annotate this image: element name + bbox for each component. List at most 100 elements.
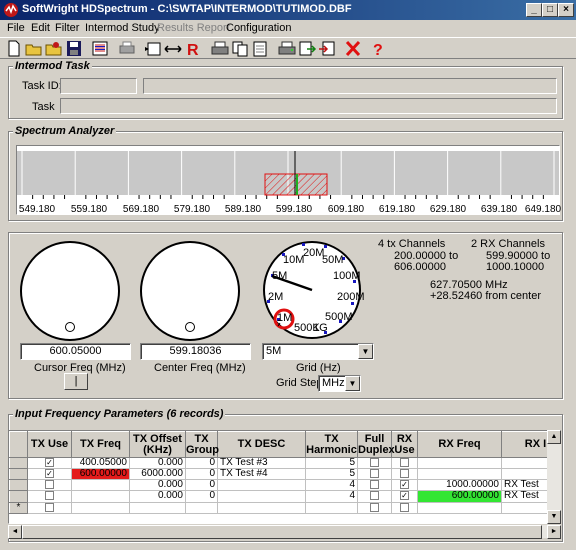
menu-results-report[interactable]: Results Report [157,22,230,34]
task-id-field[interactable] [60,78,137,94]
cell-tx-offset[interactable]: 0.000 [129,479,186,492]
checkbox[interactable] [370,503,379,512]
cell-rx-freq[interactable] [417,468,502,481]
table-row[interactable]: ✓ 600.00000 6000.000 0 TX Test #4 5 [9,468,560,481]
cell-tx-harmonic[interactable]: 5 [305,468,358,481]
row-header[interactable]: * [9,501,28,514]
checkbox[interactable] [370,458,379,467]
cell-tx-harmonic[interactable]: 4 [305,479,358,492]
table-row[interactable]: 0.000 0 4 ✓ 1000.00000 RX Test [9,479,560,492]
save-icon[interactable] [64,39,84,58]
cell-tx-use[interactable]: ✓ [27,456,72,470]
import-icon[interactable] [317,39,337,58]
checkbox[interactable]: ✓ [400,480,409,490]
scroll-thumb[interactable] [22,525,542,539]
cell-tx-desc[interactable]: TX Test #4 [217,468,306,481]
vertical-scrollbar[interactable]: ▲ ▼ [547,430,561,524]
cell-rx-use[interactable] [391,456,418,470]
menu-edit[interactable]: Edit [31,22,50,34]
minimize-button[interactable]: _ [526,3,542,17]
col-rx-freq[interactable]: RX Freq [417,431,502,458]
cell-rx-freq[interactable]: 1000.00000 [417,479,502,492]
cell-tx-offset[interactable]: 6000.000 [129,468,186,481]
table-row[interactable]: * [9,501,560,514]
grid-select[interactable]: 5M ▼ [262,343,374,360]
print-setup-icon[interactable] [117,39,137,58]
cell-rx-use[interactable]: ✓ [391,479,418,492]
checkbox[interactable] [370,491,379,501]
cell-full-duplex[interactable] [357,479,392,492]
cell-tx-freq[interactable]: 600.00000 [71,468,130,481]
grid-step-select[interactable]: MHz ▼ [318,375,361,392]
help-icon[interactable]: ? [368,39,388,59]
open-db-icon[interactable] [44,39,64,58]
cell-tx-group[interactable]: 0 [185,479,218,492]
cell-tx-group[interactable]: 0 [185,456,218,470]
checkbox[interactable]: ✓ [45,469,54,479]
scroll-up-icon[interactable]: ▲ [547,430,561,444]
center-freq-knob[interactable] [140,241,240,341]
cell-rx-freq[interactable] [417,456,502,470]
cell-tx-harmonic[interactable]: 4 [305,490,358,503]
cell-tx-freq[interactable] [71,501,130,514]
title-bar[interactable]: SoftWright HDSpectrum - C:\SWTAP\INTERMO… [0,0,576,20]
cell-full-duplex[interactable] [357,468,392,481]
col-tx-freq[interactable]: TX Freq [71,431,130,458]
print2-icon[interactable] [277,39,297,58]
scroll-down-icon[interactable]: ▼ [547,510,561,524]
cell-rx-use[interactable] [391,468,418,481]
checkbox[interactable] [45,480,54,490]
insert-icon[interactable] [143,39,163,58]
close-button[interactable]: × [558,3,574,17]
row-header[interactable] [9,490,28,503]
cell-tx-use[interactable] [27,479,72,492]
cursor-freq-input[interactable]: 600.05000 [20,343,131,360]
row-header[interactable] [9,479,28,492]
task-id-description[interactable] [143,78,557,94]
menu-filter[interactable]: Filter [55,22,79,34]
center-freq-input[interactable]: 599.18036 [140,343,251,360]
checkbox[interactable] [45,491,54,501]
menu-intermod-study[interactable]: Intermod Study [85,22,160,34]
print-icon[interactable] [210,39,230,58]
cell-tx-use[interactable] [27,501,72,514]
checkbox[interactable] [370,469,379,479]
chevron-down-icon[interactable]: ▼ [358,344,373,359]
table-row[interactable]: 0.000 0 4 ✓ 600.00000 RX Test [9,490,560,503]
cell-tx-freq[interactable] [71,479,130,492]
paste-icon[interactable] [250,39,270,58]
checkbox[interactable] [400,503,409,512]
cell-full-duplex[interactable] [357,456,392,470]
col-tx-use[interactable]: TX Use [27,431,72,458]
r-icon[interactable]: R [183,39,203,59]
col-tx-group[interactable]: TX Group [185,431,219,458]
checkbox[interactable] [400,469,409,479]
col-tx-desc[interactable]: TX DESC [217,431,306,458]
checkbox[interactable] [370,480,379,490]
export-icon[interactable] [297,39,317,58]
cursor-button[interactable]: | [64,373,88,390]
cursor-freq-knob[interactable] [20,241,120,341]
cell-tx-use[interactable]: ✓ [27,468,72,481]
cell-tx-freq[interactable] [71,490,130,503]
maximize-button[interactable]: □ [542,3,558,17]
cell-tx-desc[interactable] [217,479,306,492]
row-header[interactable] [9,456,28,470]
cell-tx-harmonic[interactable]: 5 [305,456,358,470]
scroll-right-icon[interactable]: ► [547,525,561,539]
col-rx-use[interactable]: RX Use [391,431,418,458]
checkbox[interactable]: ✓ [400,491,409,501]
delete-icon[interactable] [343,39,363,58]
cell-tx-desc[interactable]: TX Test #3 [217,456,306,470]
cell-full-duplex[interactable] [357,490,392,503]
col-tx-harmonic[interactable]: TX Harmonic [305,431,358,458]
copy-icon[interactable] [230,39,250,58]
cell-tx-freq[interactable]: 400.05000 [71,456,130,470]
checkbox[interactable] [45,503,54,512]
menu-configuration[interactable]: Configuration [226,22,291,34]
horizontal-scrollbar[interactable]: ◄ ► [8,524,561,539]
cell-tx-offset[interactable]: 0.000 [129,490,186,503]
list-icon[interactable] [90,39,110,58]
cell-tx-desc[interactable] [217,490,306,503]
cell-rx-use[interactable]: ✓ [391,490,418,503]
